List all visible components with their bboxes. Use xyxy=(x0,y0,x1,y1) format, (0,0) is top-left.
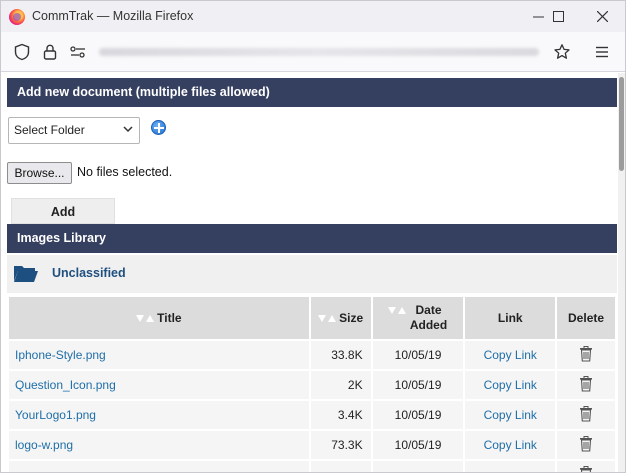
sort-arrows-icon[interactable] xyxy=(387,306,406,315)
permissions-icon[interactable] xyxy=(69,43,87,61)
trash-icon[interactable] xyxy=(579,405,593,422)
folder-select-value: Select Folder xyxy=(14,123,85,137)
file-date xyxy=(372,461,464,472)
column-header-title[interactable]: Title xyxy=(9,297,309,339)
folder-name: Unclassified xyxy=(52,266,126,280)
copy-link-button[interactable]: Copy Link xyxy=(465,341,556,369)
file-title-link[interactable]: Question_Icon.png xyxy=(9,371,309,399)
shield-icon[interactable] xyxy=(13,43,31,61)
file-status-text: No files selected. xyxy=(77,165,173,179)
file-title-link[interactable]: YourLogo1.png xyxy=(9,401,309,429)
images-table: Title Size Date Added Link Delete Iphone… xyxy=(7,295,617,473)
add-folder-button[interactable] xyxy=(151,120,166,135)
table-row: logo-w.png 73.3K 10/05/19 Copy Link xyxy=(9,431,615,459)
folder-row-unclassified[interactable]: Unclassified xyxy=(7,255,617,293)
trash-icon[interactable] xyxy=(579,435,593,452)
sort-arrows-icon[interactable] xyxy=(136,314,155,323)
file-title-link[interactable]: logo-w.png xyxy=(9,431,309,459)
delete-button[interactable] xyxy=(557,461,615,473)
close-icon xyxy=(596,10,608,23)
open-folder-icon xyxy=(14,266,38,282)
vertical-scrollbar[interactable] xyxy=(618,73,625,472)
delete-button[interactable] xyxy=(557,371,615,399)
library-section-header: Images Library xyxy=(7,224,617,253)
column-title-label: Title xyxy=(157,311,182,325)
column-size-label: Size xyxy=(339,311,364,325)
title-bar: CommTrak — Mozilla Firefox xyxy=(1,1,625,32)
scrollbar-thumb[interactable] xyxy=(619,77,624,171)
trash-icon[interactable] xyxy=(579,345,593,362)
address-bar[interactable] xyxy=(95,40,543,64)
browse-button[interactable]: Browse... xyxy=(7,162,72,184)
column-header-size[interactable]: Size xyxy=(310,297,371,339)
blurred-url xyxy=(99,48,539,56)
maximize-button[interactable] xyxy=(541,5,575,29)
table-header-row: Title Size Date Added Link Delete xyxy=(9,297,615,339)
maximize-icon xyxy=(552,11,564,22)
file-title-link[interactable]: Iphone-Style.png xyxy=(9,341,309,369)
column-date-label: Date Added xyxy=(409,303,448,332)
firefox-logo-icon xyxy=(9,9,25,25)
table-row: YourLogo1.png 3.4K 10/05/19 Copy Link xyxy=(9,401,615,429)
delete-button[interactable] xyxy=(557,431,615,459)
upload-section-header: Add new document (multiple files allowed… xyxy=(7,78,617,107)
close-window-button[interactable] xyxy=(585,5,619,29)
copy-link-button[interactable]: Copy Link xyxy=(465,371,556,399)
file-date: 10/05/19 xyxy=(372,371,464,399)
trash-icon[interactable] xyxy=(579,375,593,392)
table-row xyxy=(9,461,615,473)
file-size: 2K xyxy=(310,371,371,399)
delete-button[interactable] xyxy=(557,341,615,369)
menu-icon[interactable] xyxy=(593,43,611,61)
navigation-bar xyxy=(1,32,625,72)
file-size xyxy=(310,461,371,472)
copy-link-button[interactable] xyxy=(465,461,556,472)
folder-select[interactable]: Select Folder xyxy=(8,117,140,144)
column-header-date[interactable]: Date Added xyxy=(372,297,464,339)
browser-window: CommTrak — Mozilla Firefox Add new docum… xyxy=(0,0,626,473)
delete-button[interactable] xyxy=(557,401,615,429)
chevron-down-icon xyxy=(123,126,133,133)
file-size: 3.4K xyxy=(310,401,371,429)
trash-icon[interactable] xyxy=(579,465,593,473)
file-date: 10/05/19 xyxy=(372,431,464,459)
bookmark-star-icon[interactable] xyxy=(553,43,571,61)
file-date: 10/05/19 xyxy=(372,341,464,369)
copy-link-button[interactable]: Copy Link xyxy=(465,431,556,459)
lock-icon[interactable] xyxy=(41,43,59,61)
file-date: 10/05/19 xyxy=(372,401,464,429)
file-size: 33.8K xyxy=(310,341,371,369)
table-row: Question_Icon.png 2K 10/05/19 Copy Link xyxy=(9,371,615,399)
file-size: 73.3K xyxy=(310,431,371,459)
table-row: Iphone-Style.png 33.8K 10/05/19 Copy Link xyxy=(9,341,615,369)
column-header-delete: Delete xyxy=(557,297,615,339)
copy-link-button[interactable]: Copy Link xyxy=(465,401,556,429)
page-content: Add new document (multiple files allowed… xyxy=(1,73,625,473)
column-header-link: Link xyxy=(465,297,556,339)
file-title-link[interactable] xyxy=(9,461,309,472)
window-title: CommTrak — Mozilla Firefox xyxy=(32,9,194,23)
sort-arrows-icon[interactable] xyxy=(318,314,337,323)
add-button[interactable]: Add xyxy=(11,198,115,224)
